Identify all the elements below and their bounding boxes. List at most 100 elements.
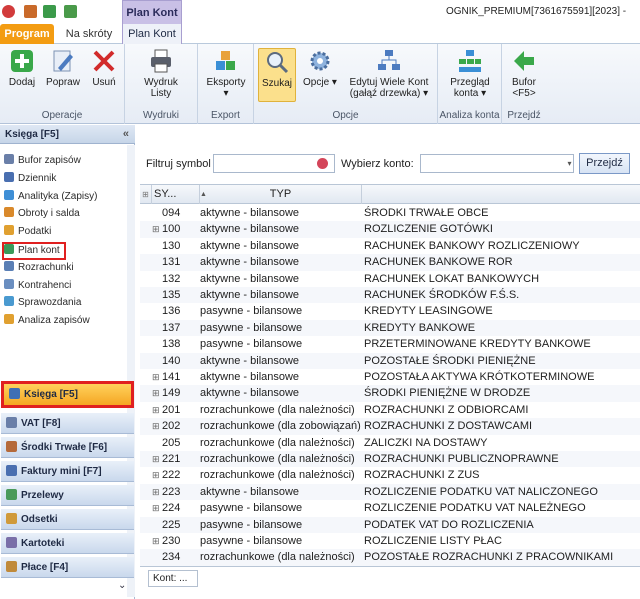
module-button-5[interactable]: Przelewy — [1, 485, 134, 506]
table-row[interactable]: 137 pasywne - bilansowe KREDYTY BANKOWE — [140, 319, 640, 337]
module-icon — [6, 513, 17, 524]
module-button-6[interactable]: Odsetki — [1, 509, 134, 530]
table-row[interactable]: ⊞ 100 aktywne - bilansowe ROZLICZENIE GOTÓW… — [140, 221, 640, 238]
tab-plan-kont[interactable]: Plan Kont — [122, 24, 182, 45]
expand-icon[interactable]: ⊞ — [152, 369, 162, 385]
wydruk-listy-button[interactable]: Wydruk Listy — [139, 48, 183, 99]
nav-icon — [4, 154, 14, 164]
bufor-button[interactable]: Bufor <F5> — [506, 48, 542, 99]
nav-item-podatki[interactable]: Podatki — [4, 224, 51, 240]
cell-typ: aktywne - bilansowe — [200, 223, 300, 236]
edytuj-wiele-kont-button[interactable]: Edytuj Wiele Kont (gałąź drzewka) ▾ — [344, 48, 434, 99]
collapse-icon[interactable]: « — [123, 125, 129, 144]
column-expand-icon[interactable]: ⊞ — [140, 185, 152, 204]
group-wydruki: Wydruk Listy Wydruki — [125, 44, 198, 124]
nav-item-rozrachunki[interactable]: Rozrachunki — [4, 260, 74, 276]
expand-icon[interactable]: ⊞ — [152, 418, 162, 434]
column-header-typ[interactable]: TYP — [200, 185, 362, 204]
table-row[interactable]: 131 aktywne - bilansowe RACHUNEK BANKOWE R… — [140, 254, 640, 271]
module-icon — [6, 465, 17, 476]
tab-na-skroty[interactable]: Na skróty — [58, 24, 120, 44]
table-row[interactable]: 205 rozrachunkowe (dla należności) ZALICZK… — [140, 435, 640, 451]
module-button-2[interactable]: VAT [F8] — [1, 413, 134, 434]
ribbon: Dodaj Popraw Usuń Operacje Wydruk Listy … — [0, 44, 640, 124]
cell-symbol: 100 — [162, 223, 181, 236]
cell-typ: rozrachunkowe (dla zobowiązań) — [200, 420, 361, 433]
group-opcje: Szukaj Opcje ▾ Edytuj Wiele Kont (gałąź … — [254, 44, 438, 124]
eksporty-button[interactable]: Eksporty ▾ — [204, 48, 248, 99]
nav-item-dziennik[interactable]: Dziennik — [4, 171, 56, 187]
cell-nazwa: ŚRODKI TRWAŁE OBCE — [364, 207, 489, 219]
table-row[interactable]: ⊞ 221 rozrachunkowe (dla należności) ROZRAC… — [140, 451, 640, 468]
cell-symbol: 223 — [162, 485, 181, 498]
app-icon[interactable] — [2, 5, 15, 18]
przeglad-konta-button[interactable]: Przegląd konta ▾ — [444, 48, 496, 99]
grid-footer: Kont: ... — [140, 566, 640, 599]
table-row[interactable]: ⊞ 141 aktywne - bilansowe POZOSTAŁA AKTYWA … — [140, 369, 640, 385]
nav-item-kontrahenci[interactable]: Kontrahenci — [4, 278, 71, 294]
expand-icon[interactable]: ⊞ — [152, 385, 162, 401]
nav-icon — [4, 171, 14, 182]
expand-icon[interactable]: ⊞ — [152, 533, 162, 549]
table-row[interactable]: 094 aktywne - bilansowe ŚRODKI TRWAŁE OBCE — [140, 205, 640, 221]
module-button-3[interactable]: Środki Trwałe [F6] — [1, 437, 134, 458]
list-icon[interactable] — [64, 5, 77, 18]
cell-nazwa: PRZETERMINOWANE KREDYTY BANKOWE — [364, 338, 591, 351]
nav-item-plan-kont[interactable]: Plan kont — [2, 242, 66, 260]
table-row[interactable]: 138 pasywne - bilansowe PRZETERMINOWANE KR… — [140, 336, 640, 352]
opcje-button[interactable]: Opcje ▾ — [302, 48, 338, 88]
dodaj-button[interactable]: Dodaj — [6, 48, 38, 88]
nav-item-sprawozdania[interactable]: Sprawozdania — [4, 295, 81, 311]
table-row[interactable]: ⊞ 224 pasywne - bilansowe ROZLICZENIE PODAT… — [140, 500, 640, 516]
table-row[interactable]: ⊞ 202 rozrachunkowe (dla zobowiązań) ROZRAC… — [140, 418, 640, 435]
nav-item-analiza-zapisów[interactable]: Analiza zapisów — [4, 313, 90, 329]
nav-item-obroty-i-salda[interactable]: Obroty i salda — [4, 206, 80, 222]
table-row[interactable]: ⊞ 230 pasywne - bilansowe ROZLICZENIE LISTY… — [140, 533, 640, 549]
expand-icon[interactable]: ⊞ — [152, 467, 162, 483]
chevron-down-icon[interactable]: ▾ — [565, 155, 574, 172]
przejdz-button[interactable]: Przejdź — [579, 153, 630, 174]
expand-icon[interactable]: ⊞ — [152, 500, 162, 516]
module-button-1[interactable]: Księga [F5] — [1, 381, 134, 408]
szukaj-button[interactable]: Szukaj — [258, 48, 296, 102]
cell-nazwa: ROZRACHUNKI Z DOSTAWCAMI — [364, 420, 533, 433]
module-button-8[interactable]: Płace [F4] — [1, 557, 134, 578]
cell-nazwa: ROZLICZENIE LISTY PŁAC — [364, 535, 502, 547]
column-header-symbol[interactable]: SY... ▲ — [152, 185, 207, 204]
tab-program[interactable]: Program — [0, 24, 54, 44]
group-label-wydruki: Wydruki — [142, 110, 180, 121]
nav-item-analityka-zapisy-[interactable]: Analityka (Zapisy) — [4, 189, 97, 205]
table-row[interactable]: 135 aktywne - bilansowe RACHUNEK ŚRODKÓW F… — [140, 287, 640, 304]
save-icon[interactable] — [43, 5, 56, 18]
nav-icon — [4, 207, 14, 218]
table-row[interactable]: 140 aktywne - bilansowe POZOSTAŁE ŚRODKI P… — [140, 352, 640, 369]
expand-icon[interactable]: ⊞ — [152, 221, 162, 237]
cell-symbol: 201 — [162, 403, 181, 416]
cell-typ: aktywne - bilansowe — [200, 239, 300, 252]
table-row[interactable]: 130 aktywne - bilansowe RACHUNEK BANKOWY R… — [140, 238, 640, 254]
nav-item-bufor-zapisów[interactable]: Bufor zapisów — [4, 153, 81, 169]
wybierz-konto-input[interactable] — [420, 154, 574, 173]
table-row[interactable]: ⊞ 223 aktywne - bilansowe ROZLICZENIE PODAT… — [140, 483, 640, 501]
expand-icon[interactable]: ⊞ — [152, 451, 162, 467]
popraw-button[interactable]: Popraw — [44, 48, 82, 88]
module-button-4[interactable]: Faktury mini [F7] — [1, 461, 134, 482]
expand-icon[interactable]: ⊞ — [152, 484, 162, 500]
column-header-nazwa[interactable] — [362, 185, 640, 204]
cell-typ: rozrachunkowe (dla należności) — [200, 436, 355, 449]
table-row[interactable]: ⊞ 222 rozrachunkowe (dla należności) ROZRAC… — [140, 467, 640, 483]
filter-bar: Filtruj symbol Wybierz konto: ▾ Przejdź — [140, 150, 640, 178]
table-row[interactable]: ⊞ 149 aktywne - bilansowe ŚRODKI PIENIĘŻNE … — [140, 385, 640, 402]
calendar-icon[interactable] — [24, 5, 37, 18]
table-row[interactable]: 136 pasywne - bilansowe KREDYTY LEASINGOWE — [140, 303, 640, 319]
table-row[interactable]: 234 rozrachunkowe (dla należności) POZOSTA… — [140, 549, 640, 566]
expand-icon[interactable]: ⊞ — [152, 402, 162, 418]
usun-button[interactable]: Usuń — [88, 48, 120, 88]
module-button-7[interactable]: Kartoteki — [1, 533, 134, 554]
clear-filter-icon[interactable] — [317, 158, 328, 169]
chevron-down-icon[interactable]: ⌄ — [118, 580, 126, 591]
table-row[interactable]: 132 aktywne - bilansowe RACHUNEK LOKAT BAN… — [140, 271, 640, 287]
table-row[interactable]: ⊞ 201 rozrachunkowe (dla należności) ROZRAC… — [140, 402, 640, 418]
cell-symbol: 234 — [162, 551, 181, 564]
table-row[interactable]: 225 pasywne - bilansowe PODATEK VAT DO ROZ… — [140, 516, 640, 533]
